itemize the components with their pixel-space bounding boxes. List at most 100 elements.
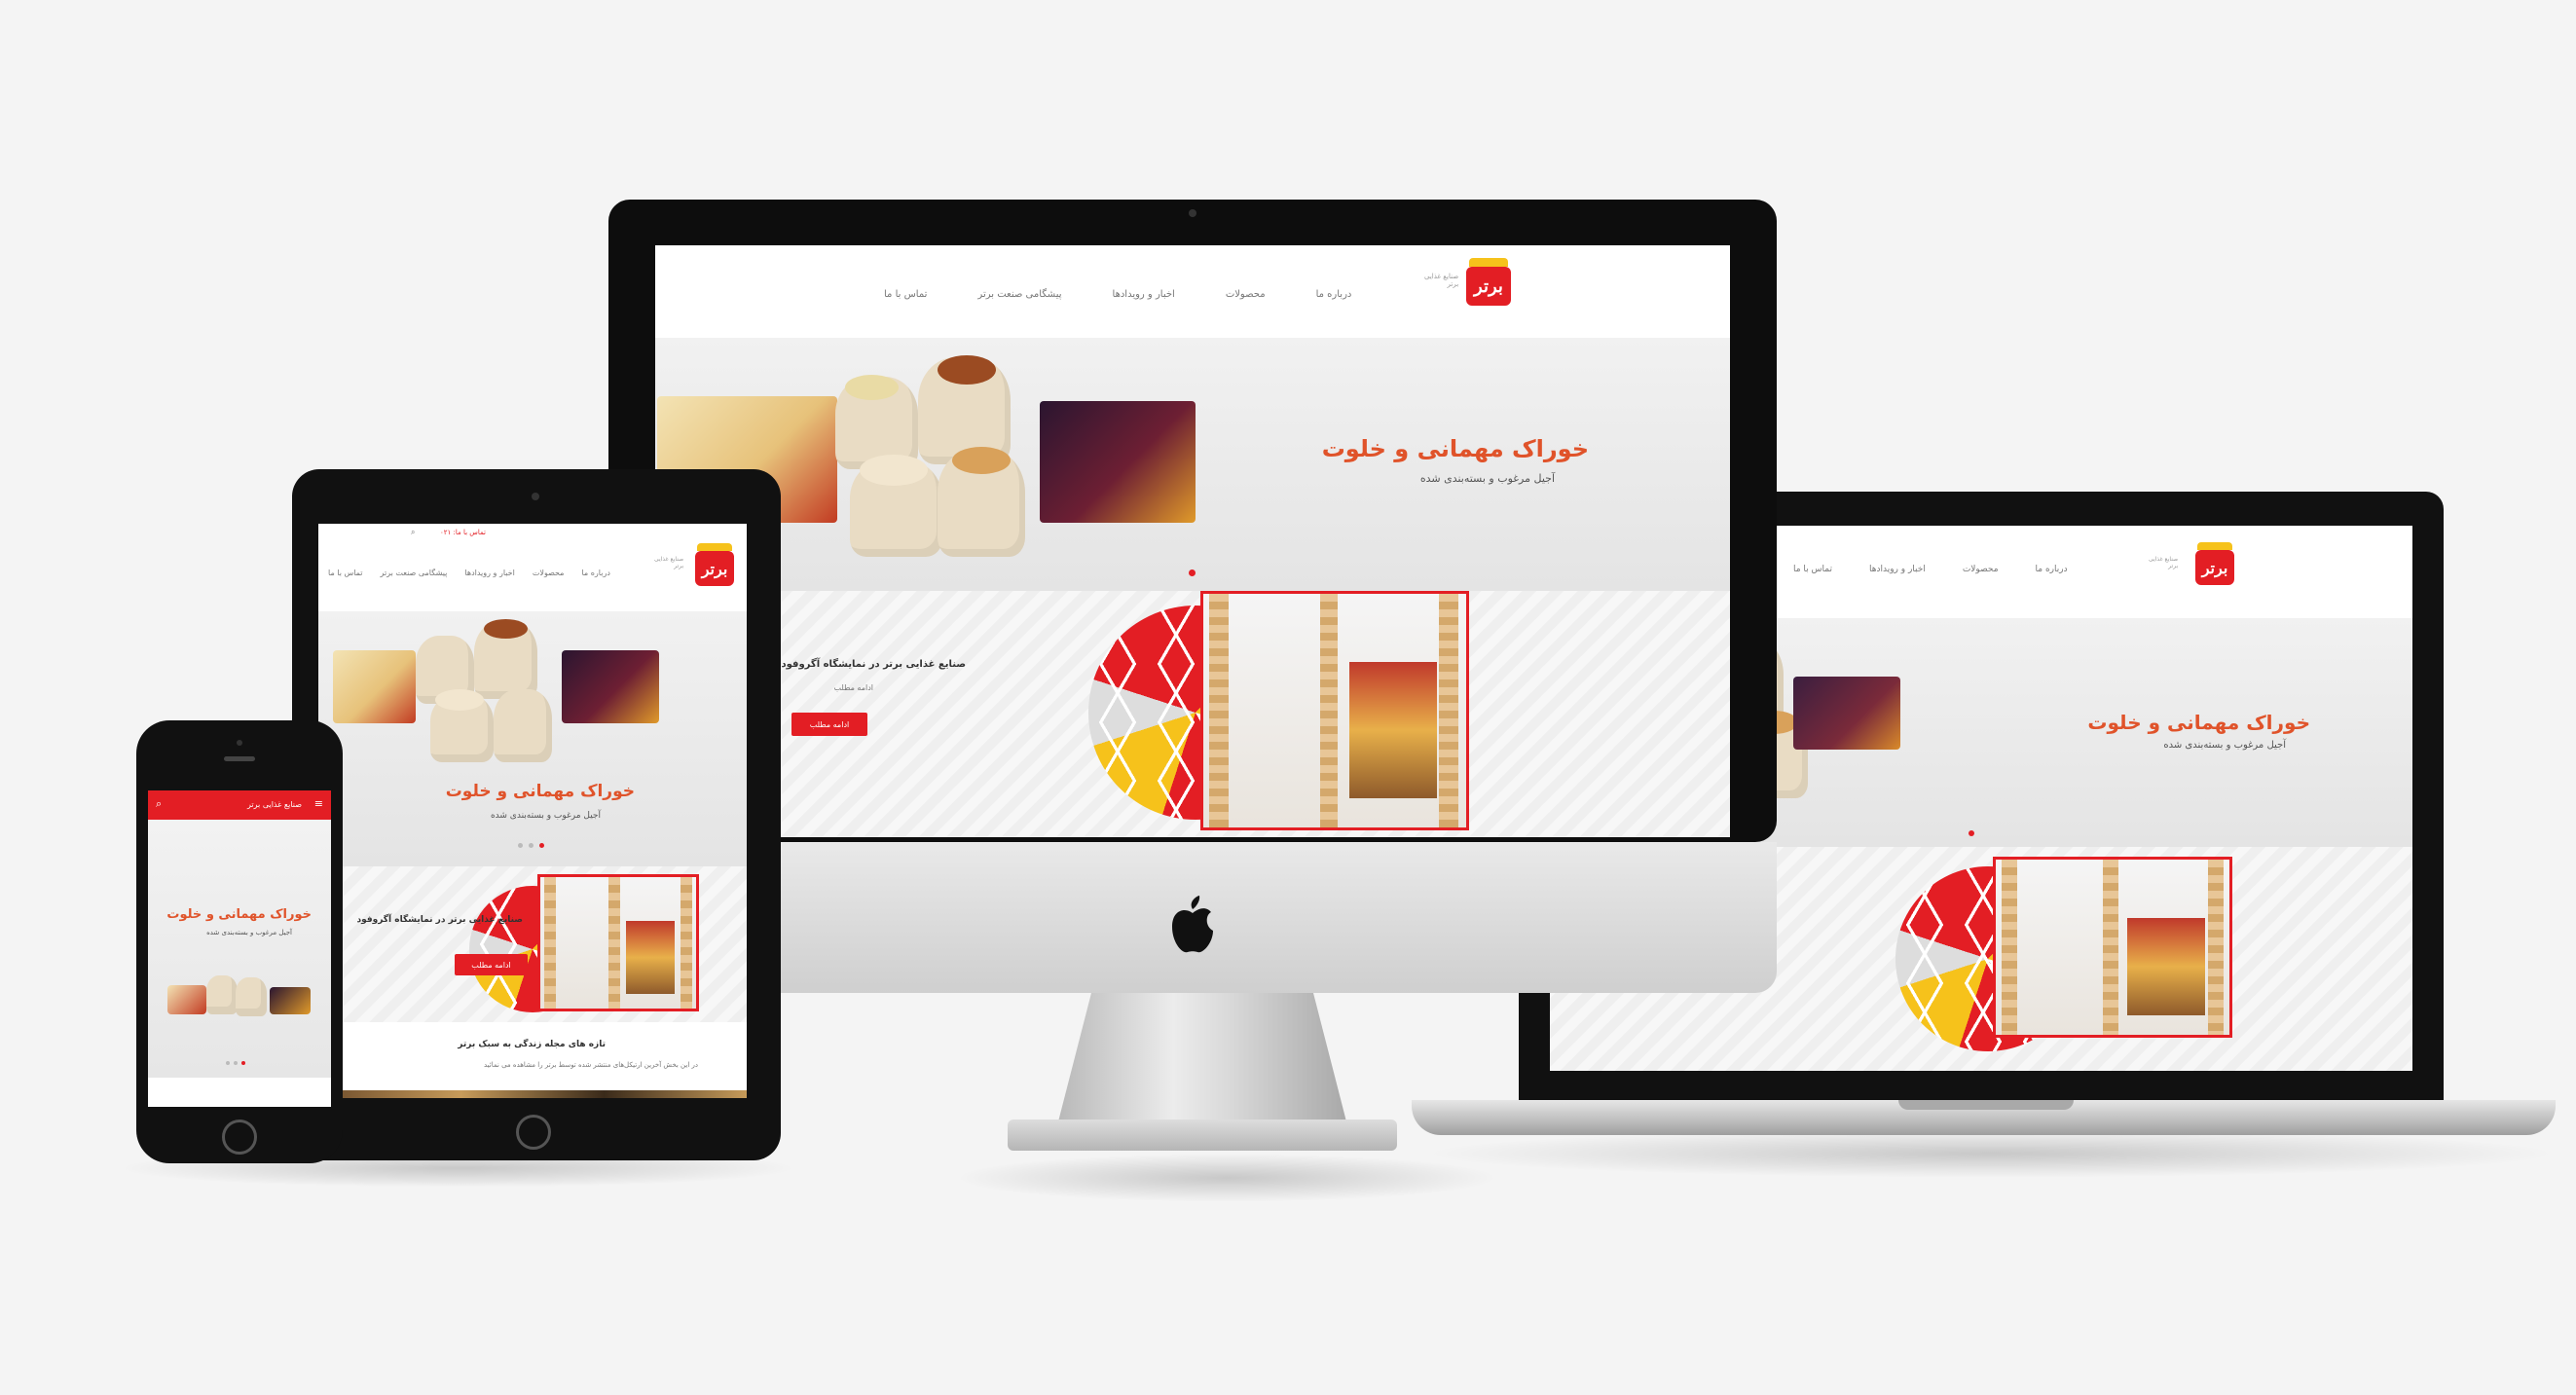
carousel-dot[interactable] — [539, 843, 544, 848]
imac-expo-title: صنایع غذایی برتر در نمایشگاه آگروفود — [781, 659, 967, 670]
tablet-header: تماس با ما: ۰۲۱ ⌕ تماس با ما پیشگامی صنع… — [318, 524, 747, 611]
phone-nut-sack — [236, 977, 267, 1016]
tablet-top-contact[interactable]: تماس با ما: ۰۲۱ — [440, 529, 486, 536]
laptop-logo[interactable]: برتر — [2195, 550, 2234, 585]
booth-pillar — [2208, 860, 2224, 1035]
laptop-carousel-dots — [1969, 830, 1974, 836]
home-button-icon[interactable] — [516, 1115, 551, 1150]
booth-pillar — [544, 877, 556, 1009]
camera-icon — [237, 740, 242, 746]
imac-nav-item[interactable]: درباره ما — [1316, 289, 1352, 300]
tablet-screen: تماس با ما: ۰۲۱ ⌕ تماس با ما پیشگامی صنع… — [318, 524, 747, 1098]
imac-hero: خوراک مهمانی و خلوت آجیل مرغوب و بسته‌بن… — [655, 338, 1730, 591]
carousel-dot[interactable] — [529, 843, 534, 848]
search-icon[interactable]: ⌕ — [411, 528, 415, 537]
search-icon[interactable]: ⌕ — [156, 797, 162, 811]
phone-nut-sack — [206, 975, 238, 1014]
tablet-nav-item[interactable]: پیشگامی صنعت برتر — [381, 569, 448, 577]
booth-shelf — [1349, 662, 1437, 798]
phone-hero-subtitle: آجیل مرغوب و بسته‌بندی شده — [206, 929, 292, 936]
tablet-hero: خوراک مهمانی و خلوت آجیل مرغوب و بسته‌بن… — [318, 611, 747, 866]
tablet-blog-text: در این بخش آخرین ارتیکل‌های منتشر شده تو… — [484, 1061, 698, 1069]
hamburger-menu-icon[interactable]: ≡ — [314, 797, 323, 810]
imac-cashews — [860, 455, 928, 486]
carousel-dot[interactable] — [226, 1061, 230, 1065]
carousel-dot[interactable] — [1969, 830, 1974, 836]
phone-footer-area — [148, 1078, 331, 1107]
tablet-nav-item[interactable]: تماس با ما — [328, 569, 363, 577]
tablet-hero-subtitle: آجیل مرغوب و بسته‌بندی شده — [490, 811, 601, 821]
apple-logo-icon — [1168, 896, 1217, 954]
phone-product-box — [270, 987, 311, 1014]
imac-read-more-button[interactable]: ادامه مطلب — [791, 713, 867, 736]
imac-foot — [1008, 1120, 1397, 1151]
booth-pillar — [2002, 860, 2017, 1035]
tablet-expo-section: صنایع غذایی برتر در نمایشگاه آگروفود ادا… — [318, 866, 747, 1022]
camera-icon — [1189, 209, 1196, 217]
imac-logo[interactable]: برتر — [1466, 267, 1511, 306]
tablet-blog-section: تازه های مجله زندگی به سبک برتر در این ب… — [318, 1022, 747, 1098]
laptop-nav-item[interactable]: درباره ما — [2036, 565, 2068, 574]
booth-pillar — [681, 877, 692, 1009]
responsive-mockup-page: { "site": { "brand_logo_text": "برتر", "… — [0, 0, 2576, 1395]
imac-stand — [1056, 993, 1348, 1129]
carousel-dot[interactable] — [234, 1061, 238, 1065]
laptop-caption-line: برتر — [2168, 562, 2179, 569]
booth-pillar — [2103, 860, 2118, 1035]
phone-header: ⌕ صنایع غذایی برتر ≡ — [148, 790, 331, 820]
laptop-nav-item[interactable]: تماس با ما — [1793, 565, 1832, 574]
imac-logo-crown — [1469, 258, 1508, 267]
phone-hero-title: خوراک مهمانی و خلوت — [166, 907, 312, 922]
imac-expo-section: صنایع غذایی برتر در نمایشگاه آگروفود ادا… — [655, 591, 1730, 837]
imac-hero-subtitle: آجیل مرغوب و بسته‌بندی شده — [1419, 472, 1555, 485]
laptop-nav-item[interactable]: محصولات — [1963, 565, 1999, 574]
booth-shelf — [626, 921, 675, 994]
phone-speaker — [224, 756, 255, 761]
tablet-product-box-left — [333, 650, 416, 723]
imac-nav: تماس با ما پیشگامی صنعت برتر اخبار و روی… — [884, 289, 1351, 300]
imac-hero-title: خوراک مهمانی و خلوت — [1321, 435, 1589, 462]
laptop-shadow — [1421, 1129, 2560, 1178]
imac-almonds — [952, 447, 1011, 474]
tablet-nut-sack — [494, 689, 552, 762]
tablet-nav-item[interactable]: محصولات — [533, 569, 565, 577]
carousel-dot[interactable] — [241, 1061, 245, 1065]
imac-nav-item[interactable]: تماس با ما — [884, 289, 927, 300]
tablet-nuts — [484, 619, 528, 639]
tablet-carousel-dots — [518, 843, 544, 848]
laptop-nav: تماس با ما اخبار و رویدادها محصولات دربا… — [1793, 565, 2068, 574]
phone-product-box — [167, 985, 206, 1014]
laptop-logo-caption: صنایع غذایی برتر — [2149, 556, 2179, 570]
tablet-product-box-right — [562, 650, 659, 723]
carousel-dot[interactable] — [518, 843, 523, 848]
imac-nav-item[interactable]: اخبار و رویدادها — [1113, 289, 1175, 300]
tablet-nav-item[interactable]: درباره ما — [581, 569, 609, 577]
booth-shelf — [2127, 918, 2205, 1015]
imac-nav-item[interactable]: محصولات — [1226, 289, 1266, 300]
carousel-dot[interactable] — [1189, 569, 1196, 576]
phone-carousel-dots — [226, 1061, 245, 1065]
booth-pillar — [1439, 594, 1458, 827]
tablet-logo[interactable]: برتر — [695, 551, 734, 586]
laptop-logo-crown — [2197, 542, 2232, 550]
laptop-booth-image — [1993, 857, 2232, 1038]
tablet-read-more-button[interactable]: ادامه مطلب — [455, 954, 528, 975]
tablet-blog-title: تازه های مجله زندگی به سبک برتر — [458, 1040, 606, 1049]
tablet-expo-title: صنایع غذایی برتر در نمایشگاه آگروفود — [356, 915, 523, 925]
laptop-notch — [1898, 1100, 2074, 1110]
tablet-nuts — [435, 689, 484, 711]
booth-pillar — [608, 877, 620, 1009]
phone-hero: خوراک مهمانی و خلوت آجیل مرغوب و بسته‌بن… — [148, 820, 331, 1078]
imac-nav-item[interactable]: پیشگامی صنعت برتر — [977, 289, 1061, 300]
laptop-hero-title: خوراک مهمانی و خلوت — [2087, 711, 2310, 734]
tablet-nav-item[interactable]: اخبار و رویدادها — [464, 569, 514, 577]
tablet-logo-crown — [697, 543, 732, 551]
tablet-booth-image — [537, 874, 699, 1011]
laptop-hero-subtitle: آجیل مرغوب و بسته‌بندی شده — [2163, 740, 2286, 751]
imac-pistachios — [845, 375, 899, 400]
phone-header-title: صنایع غذایی برتر — [247, 800, 302, 809]
home-button-icon[interactable] — [222, 1120, 257, 1155]
phone-screen: ⌕ صنایع غذایی برتر ≡ خوراک مهمانی و خلوت… — [148, 790, 331, 1107]
laptop-nav-item[interactable]: اخبار و رویدادها — [1869, 565, 1926, 574]
tablet-blog-thumbnails — [318, 1090, 747, 1098]
